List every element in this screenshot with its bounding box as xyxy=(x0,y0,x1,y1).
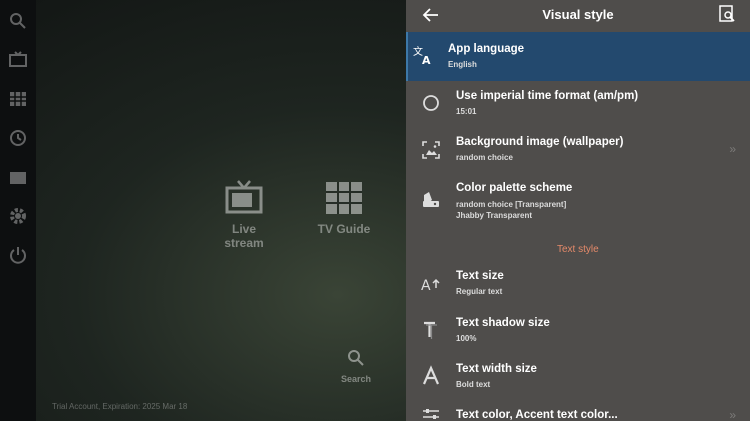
setting-title: Color palette scheme xyxy=(456,182,573,194)
setting-subtitle: random choice [Transparent] xyxy=(456,200,567,209)
tile-label: Live stream xyxy=(224,222,264,250)
grid-icon xyxy=(326,182,362,214)
setting-title: Text shadow size xyxy=(456,317,550,329)
search-icon xyxy=(348,350,364,366)
setting-subtitle: random choice xyxy=(456,153,513,162)
setting-subtitle: Bold text xyxy=(456,380,491,389)
power-icon[interactable] xyxy=(8,245,28,265)
search-settings-icon[interactable] xyxy=(718,5,736,23)
panel-title: Visual style xyxy=(542,7,614,22)
setting-subtitle: English xyxy=(448,60,477,69)
text-shadow-icon xyxy=(420,319,442,341)
setting-text-shadow[interactable]: Text shadow size 100% xyxy=(406,308,750,354)
setting-color-palette[interactable]: Color palette scheme random choice [Tran… xyxy=(406,174,750,228)
clapper-icon[interactable] xyxy=(8,167,28,187)
setting-subtitle: 15:01 xyxy=(456,107,477,116)
visual-style-panel: Visual style 文A App language English Use… xyxy=(406,0,750,421)
setting-text-color[interactable]: Text color, Accent text color... » xyxy=(406,400,750,421)
chevron-right-icon: » xyxy=(729,408,736,421)
setting-title: Background image (wallpaper) xyxy=(456,136,624,148)
setting-title: Text width size xyxy=(456,363,537,375)
svg-text:A: A xyxy=(421,278,431,294)
setting-subtitle-secondary: Jhabby Transparent xyxy=(456,211,533,220)
tile-tv-guide[interactable]: TV Guide xyxy=(316,180,372,236)
text-width-icon xyxy=(420,365,442,387)
gear-icon[interactable] xyxy=(8,206,28,226)
tile-label: TV Guide xyxy=(317,222,371,236)
setting-title: Text color, Accent text color... xyxy=(456,409,618,421)
radio-circle-icon[interactable] xyxy=(420,92,442,114)
panel-header: Visual style xyxy=(406,0,750,31)
setting-app-language[interactable]: 文A App language English xyxy=(406,32,750,81)
setting-title: Use imperial time format (am/pm) xyxy=(456,90,639,102)
tv-icon[interactable] xyxy=(8,50,28,70)
section-header-text-style: Text style xyxy=(557,244,599,255)
tile-live-stream[interactable]: Live stream xyxy=(212,180,276,250)
trial-expiration-text: Trial Account, Expiration: 2025 Mar 18 xyxy=(52,402,188,411)
setting-title: Text size xyxy=(456,270,504,282)
tv-icon xyxy=(225,180,263,214)
translate-icon: 文A xyxy=(412,44,434,67)
setting-imperial-time[interactable]: Use imperial time format (am/pm) 15:01 xyxy=(406,81,750,126)
sliders-icon xyxy=(420,406,442,421)
setting-text-size[interactable]: A Text size Regular text xyxy=(406,262,750,308)
svg-text:A: A xyxy=(422,54,431,66)
grid-icon[interactable] xyxy=(8,89,28,109)
left-nav-rail xyxy=(0,0,36,421)
setting-subtitle: Regular text xyxy=(456,287,503,296)
setting-title: App language xyxy=(448,43,525,55)
palette-icon xyxy=(420,189,442,211)
wallpaper-icon xyxy=(420,139,442,161)
setting-subtitle: 100% xyxy=(456,334,477,343)
tile-label: Search xyxy=(340,374,372,384)
text-size-icon: A xyxy=(420,273,442,295)
tile-search[interactable]: Search xyxy=(336,348,376,384)
setting-background-image[interactable]: Background image (wallpaper) random choi… xyxy=(406,128,750,174)
search-icon[interactable] xyxy=(8,11,28,31)
setting-text-width[interactable]: Text width size Bold text xyxy=(406,354,750,400)
history-icon[interactable] xyxy=(8,128,28,148)
chevron-right-icon: » xyxy=(729,142,736,156)
